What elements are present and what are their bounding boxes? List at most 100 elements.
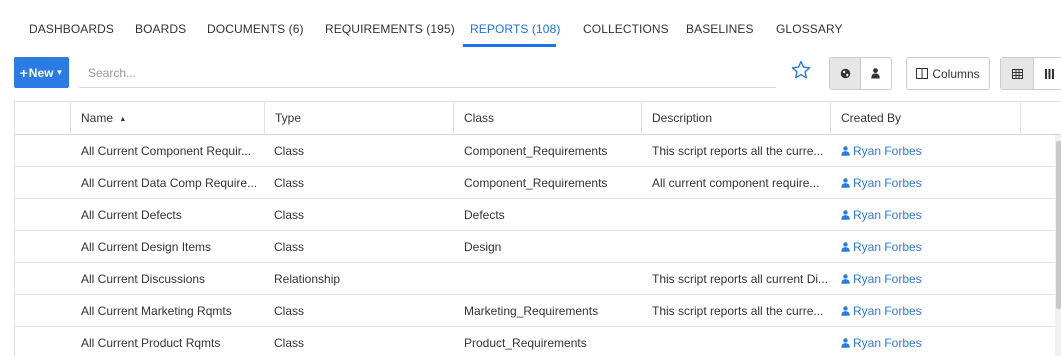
sort-ascending-icon: ▲ — [119, 116, 127, 123]
cell-class: Product_Requirements — [464, 336, 587, 350]
table-row[interactable]: All Current Design Items Class Design Ryan … — [15, 231, 1055, 263]
cell-type: Class — [274, 176, 305, 190]
user-icon — [841, 146, 850, 156]
user-icon — [841, 242, 850, 252]
cell-created-by[interactable]: Ryan Forbes — [831, 167, 1021, 199]
user-name: Ryan Forbes — [853, 304, 922, 318]
cell-description — [642, 231, 831, 263]
cell-description — [642, 327, 831, 356]
table-row[interactable]: All Current Component Requir... Class Comp… — [15, 135, 1055, 167]
globe-icon — [840, 68, 850, 79]
user-link[interactable]: Ryan Forbes — [841, 336, 922, 350]
tab-collections[interactable]: COLLECTIONS — [583, 22, 669, 36]
cell-class: Marketing_Requirements — [464, 304, 599, 318]
cell-created-by[interactable]: Ryan Forbes — [831, 295, 1021, 327]
column-header-label: Name — [81, 111, 114, 125]
cell-description: All current component require... — [652, 176, 820, 190]
cell-name: All Current Product Rqmts — [81, 336, 221, 350]
star-icon[interactable] — [791, 60, 811, 80]
user-link[interactable]: Ryan Forbes — [841, 208, 922, 222]
column-header-class[interactable]: Class — [454, 102, 642, 135]
cell-type: Class — [274, 304, 305, 318]
tab-documents[interactable]: DOCUMENTS (6) — [207, 22, 304, 36]
active-tab-indicator — [463, 44, 556, 47]
cell-description: This script reports all current Di... — [652, 272, 829, 286]
cell-class: Component_Requirements — [464, 144, 608, 158]
grid-view-icon — [1011, 68, 1023, 79]
column-header-label: Description — [652, 111, 713, 125]
tab-dashboards[interactable]: DASHBOARDS — [29, 22, 114, 36]
new-button-label: New — [28, 65, 54, 80]
cell-created-by[interactable]: Ryan Forbes — [831, 199, 1021, 231]
table-row[interactable]: All Current Defects Class Defects Ryan Forb… — [15, 199, 1055, 231]
user-name: Ryan Forbes — [853, 272, 922, 286]
columns-button[interactable]: Columns — [906, 57, 990, 90]
table-row[interactable]: All Current Product Rqmts Class Product_Re… — [15, 327, 1055, 356]
column-header-label: Created By — [841, 111, 902, 125]
user-link[interactable]: Ryan Forbes — [841, 272, 922, 286]
cell-created-by[interactable]: Ryan Forbes — [831, 231, 1021, 263]
view-toggle-group — [1000, 57, 1061, 90]
user-link[interactable]: Ryan Forbes — [841, 240, 922, 254]
column-header-type[interactable]: Type — [264, 102, 454, 135]
user-icon — [841, 178, 850, 188]
cell-name: All Current Marketing Rqmts — [81, 304, 232, 318]
cell-type: Class — [274, 336, 305, 350]
cell-created-by[interactable]: Ryan Forbes — [831, 135, 1021, 167]
user-link[interactable]: Ryan Forbes — [841, 144, 922, 158]
column-header-extra — [1021, 102, 1061, 135]
user-link[interactable]: Ryan Forbes — [841, 304, 922, 318]
user-name: Ryan Forbes — [853, 144, 922, 158]
cell-created-by[interactable]: Ryan Forbes — [831, 263, 1021, 295]
user-icon — [841, 338, 850, 348]
tab-baselines[interactable]: BASELINES — [686, 22, 754, 36]
tab-requirements[interactable]: REQUIREMENTS (195) — [325, 22, 455, 36]
reports-table: Name ▲ Type Class Description Created By… — [14, 101, 1061, 356]
cell-description: This script reports all the curre... — [652, 304, 824, 318]
tab-glossary[interactable]: GLOSSARY — [776, 22, 843, 36]
table-row[interactable]: All Current Marketing Rqmts Class Marketin… — [15, 295, 1055, 327]
user-icon — [871, 68, 880, 79]
cell-name: All Current Defects — [81, 208, 182, 222]
cell-created-by[interactable]: Ryan Forbes — [831, 327, 1021, 356]
user-toggle[interactable] — [860, 58, 890, 89]
table-row[interactable]: All Current Data Comp Require... Class Com… — [15, 167, 1055, 199]
caret-down-icon: ▼ — [55, 68, 64, 77]
column-header-label: Type — [275, 111, 302, 125]
user-name: Ryan Forbes — [853, 336, 922, 350]
tab-reports[interactable]: REPORTS (108) — [470, 22, 560, 36]
scope-toggle-group — [829, 57, 892, 90]
cell-name: All Current Component Requir... — [81, 144, 252, 158]
columns-icon — [916, 68, 929, 79]
cell-type: Class — [274, 144, 305, 158]
plus-icon: + — [19, 64, 28, 81]
user-name: Ryan Forbes — [853, 208, 922, 222]
user-icon — [841, 274, 850, 284]
table-row[interactable]: All Current Discussions Relationship This … — [15, 263, 1055, 295]
table-scrollbar[interactable] — [1055, 135, 1061, 356]
cell-type: Class — [274, 240, 305, 254]
new-button[interactable]: + New ▼ — [14, 57, 69, 88]
scrollbar-thumb[interactable] — [1056, 141, 1061, 309]
table-header: Name ▲ Type Class Description Created By — [15, 102, 1061, 135]
grid-view-toggle[interactable] — [1001, 58, 1033, 89]
column-header-name[interactable]: Name ▲ — [71, 102, 264, 135]
cell-name: All Current Discussions — [81, 272, 206, 286]
cell-class — [454, 263, 642, 295]
user-link[interactable]: Ryan Forbes — [841, 176, 922, 190]
cell-description — [642, 199, 831, 231]
user-icon — [841, 306, 850, 316]
user-name: Ryan Forbes — [853, 176, 922, 190]
tab-boards[interactable]: BOARDS — [135, 22, 186, 36]
search-input[interactable] — [79, 58, 776, 88]
user-name: Ryan Forbes — [853, 240, 922, 254]
column-header-spacer — [15, 102, 71, 135]
cell-name: All Current Data Comp Require... — [81, 176, 258, 190]
cell-class: Defects — [464, 208, 505, 222]
list-view-icon — [1045, 68, 1054, 79]
column-header-description[interactable]: Description — [642, 102, 831, 135]
cell-type: Class — [274, 208, 305, 222]
globe-toggle[interactable] — [830, 58, 860, 89]
list-view-toggle[interactable] — [1033, 58, 1061, 89]
column-header-created-by[interactable]: Created By — [831, 102, 1021, 135]
